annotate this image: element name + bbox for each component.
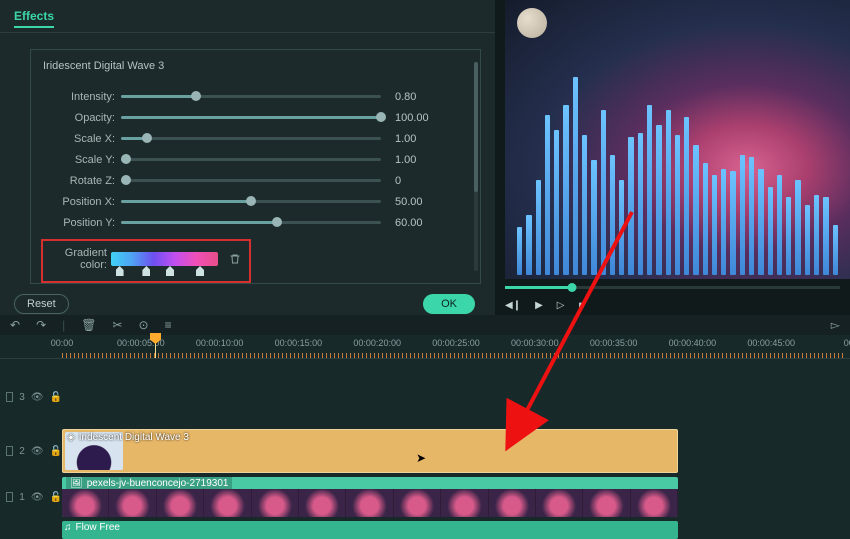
- prop-value: 50.00: [395, 196, 445, 208]
- gradient-stop[interactable]: [116, 266, 124, 276]
- music-clip-icon: ♫: [64, 522, 72, 533]
- slider-scaley[interactable]: [121, 158, 381, 161]
- prop-label: Rotate Z:: [41, 175, 121, 187]
- clip-audio[interactable]: ♫ Flow Free: [62, 521, 678, 539]
- time-ruler[interactable]: 00:0000:00:05:0000:00:10:0000:00:15:0000…: [0, 335, 850, 359]
- clip-video[interactable]: 🖼 pexels-jv-buenconcejo-2719301: [62, 477, 678, 517]
- moon-graphic: [517, 8, 547, 38]
- lock-icon[interactable]: 🔓: [50, 392, 62, 403]
- stop-icon[interactable]: ■: [578, 300, 584, 311]
- panel-scrollbar[interactable]: [474, 62, 478, 271]
- tab-effects[interactable]: Effects: [14, 6, 54, 28]
- expand-timeline-icon[interactable]: ▻: [831, 318, 840, 332]
- play-forward-icon[interactable]: ▷: [557, 300, 565, 311]
- time-label: 00:00:10:00: [196, 338, 244, 348]
- time-label: 00:00:25:00: [432, 338, 480, 348]
- gradient-stop[interactable]: [142, 266, 150, 276]
- time-label: 00:00:45:00: [747, 338, 795, 348]
- undo-icon[interactable]: ↶: [10, 318, 20, 332]
- slider-rotatez[interactable]: [121, 179, 381, 182]
- slider-opacity[interactable]: [121, 116, 381, 119]
- track-number: 2: [19, 446, 25, 457]
- prop-label: Intensity:: [41, 91, 121, 103]
- effect-properties-panel: Iridescent Digital Wave 3 Intensity: 0.80…: [30, 49, 481, 284]
- track-number: 3: [19, 392, 25, 403]
- track-toggle-icon[interactable]: [6, 392, 13, 402]
- reset-button[interactable]: Reset: [14, 294, 69, 314]
- gradient-stop[interactable]: [196, 266, 204, 276]
- play-icon[interactable]: ▶: [535, 300, 543, 311]
- gradient-label: Gradient color:: [47, 247, 111, 271]
- speed-icon[interactable]: ⊙: [139, 318, 149, 332]
- ok-button[interactable]: OK: [423, 294, 475, 314]
- time-label: 00:00:35:00: [590, 338, 638, 348]
- redo-icon[interactable]: ↷: [36, 318, 46, 332]
- effect-title: Iridescent Digital Wave 3: [43, 60, 474, 72]
- prop-value: 1.00: [395, 133, 445, 145]
- prop-value: 0: [395, 175, 445, 187]
- preview-progress[interactable]: [505, 286, 840, 289]
- prop-label: Position Y:: [41, 217, 121, 229]
- time-label: 00:00:20:00: [353, 338, 401, 348]
- eye-icon[interactable]: 👁: [31, 446, 44, 457]
- slider-intensity[interactable]: [121, 95, 381, 98]
- lock-icon[interactable]: 🔓: [50, 492, 62, 503]
- cut-icon[interactable]: ✂: [112, 318, 122, 332]
- eye-icon[interactable]: 👁: [31, 392, 44, 403]
- slider-scalex[interactable]: [121, 137, 381, 140]
- clip-video-label: pexels-jv-buenconcejo-2719301: [87, 478, 229, 489]
- track-toggle-icon[interactable]: [6, 492, 13, 502]
- clip-effect[interactable]: ◈ Iridescent Digital Wave 3: [62, 429, 678, 473]
- prop-value: 0.80: [395, 91, 445, 103]
- prop-label: Scale X:: [41, 133, 121, 145]
- time-label: 00:00:30:00: [511, 338, 559, 348]
- lock-icon[interactable]: 🔓: [50, 446, 62, 457]
- prop-value: 60.00: [395, 217, 445, 229]
- timeline-toolbar: ↶ ↷ | 🗑 ✂ ⊙ ≡ ▻: [0, 315, 850, 335]
- list-icon[interactable]: ≡: [165, 318, 172, 332]
- track-number: 1: [19, 492, 25, 503]
- prop-value: 100.00: [395, 112, 445, 124]
- eye-icon[interactable]: 👁: [31, 492, 44, 503]
- clip-effect-label: Iridescent Digital Wave 3: [79, 432, 189, 443]
- effect-clip-icon: ◈: [67, 432, 75, 443]
- prop-label: Scale Y:: [41, 154, 121, 166]
- gradient-stop[interactable]: [166, 266, 174, 276]
- slider-positionx[interactable]: [121, 200, 381, 203]
- time-label: 00:00: [51, 338, 74, 348]
- track-toggle-icon[interactable]: [6, 446, 13, 456]
- prop-value: 1.00: [395, 154, 445, 166]
- time-label: 00:00:15:00: [275, 338, 323, 348]
- video-preview: [505, 0, 850, 279]
- clip-audio-label: Flow Free: [76, 522, 120, 533]
- prop-label: Opacity:: [41, 112, 121, 124]
- gradient-color-control[interactable]: Gradient color:: [41, 239, 251, 283]
- time-label: 00:00:40:00: [669, 338, 717, 348]
- time-label: 00:: [844, 338, 850, 348]
- delete-icon[interactable]: 🗑: [81, 318, 96, 332]
- prop-label: Position X:: [41, 196, 121, 208]
- delete-gradient-icon[interactable]: [228, 252, 241, 266]
- audio-visualizer-bars: [517, 55, 838, 275]
- slider-positiony[interactable]: [121, 221, 381, 224]
- image-clip-icon: 🖼: [70, 478, 83, 489]
- timeline: 00:0000:00:05:0000:00:10:0000:00:15:0000…: [0, 335, 850, 539]
- playhead[interactable]: [155, 335, 156, 358]
- prev-frame-icon[interactable]: ◀❙: [505, 300, 521, 311]
- gradient-bar[interactable]: [111, 252, 218, 266]
- vdiv: |: [62, 318, 65, 332]
